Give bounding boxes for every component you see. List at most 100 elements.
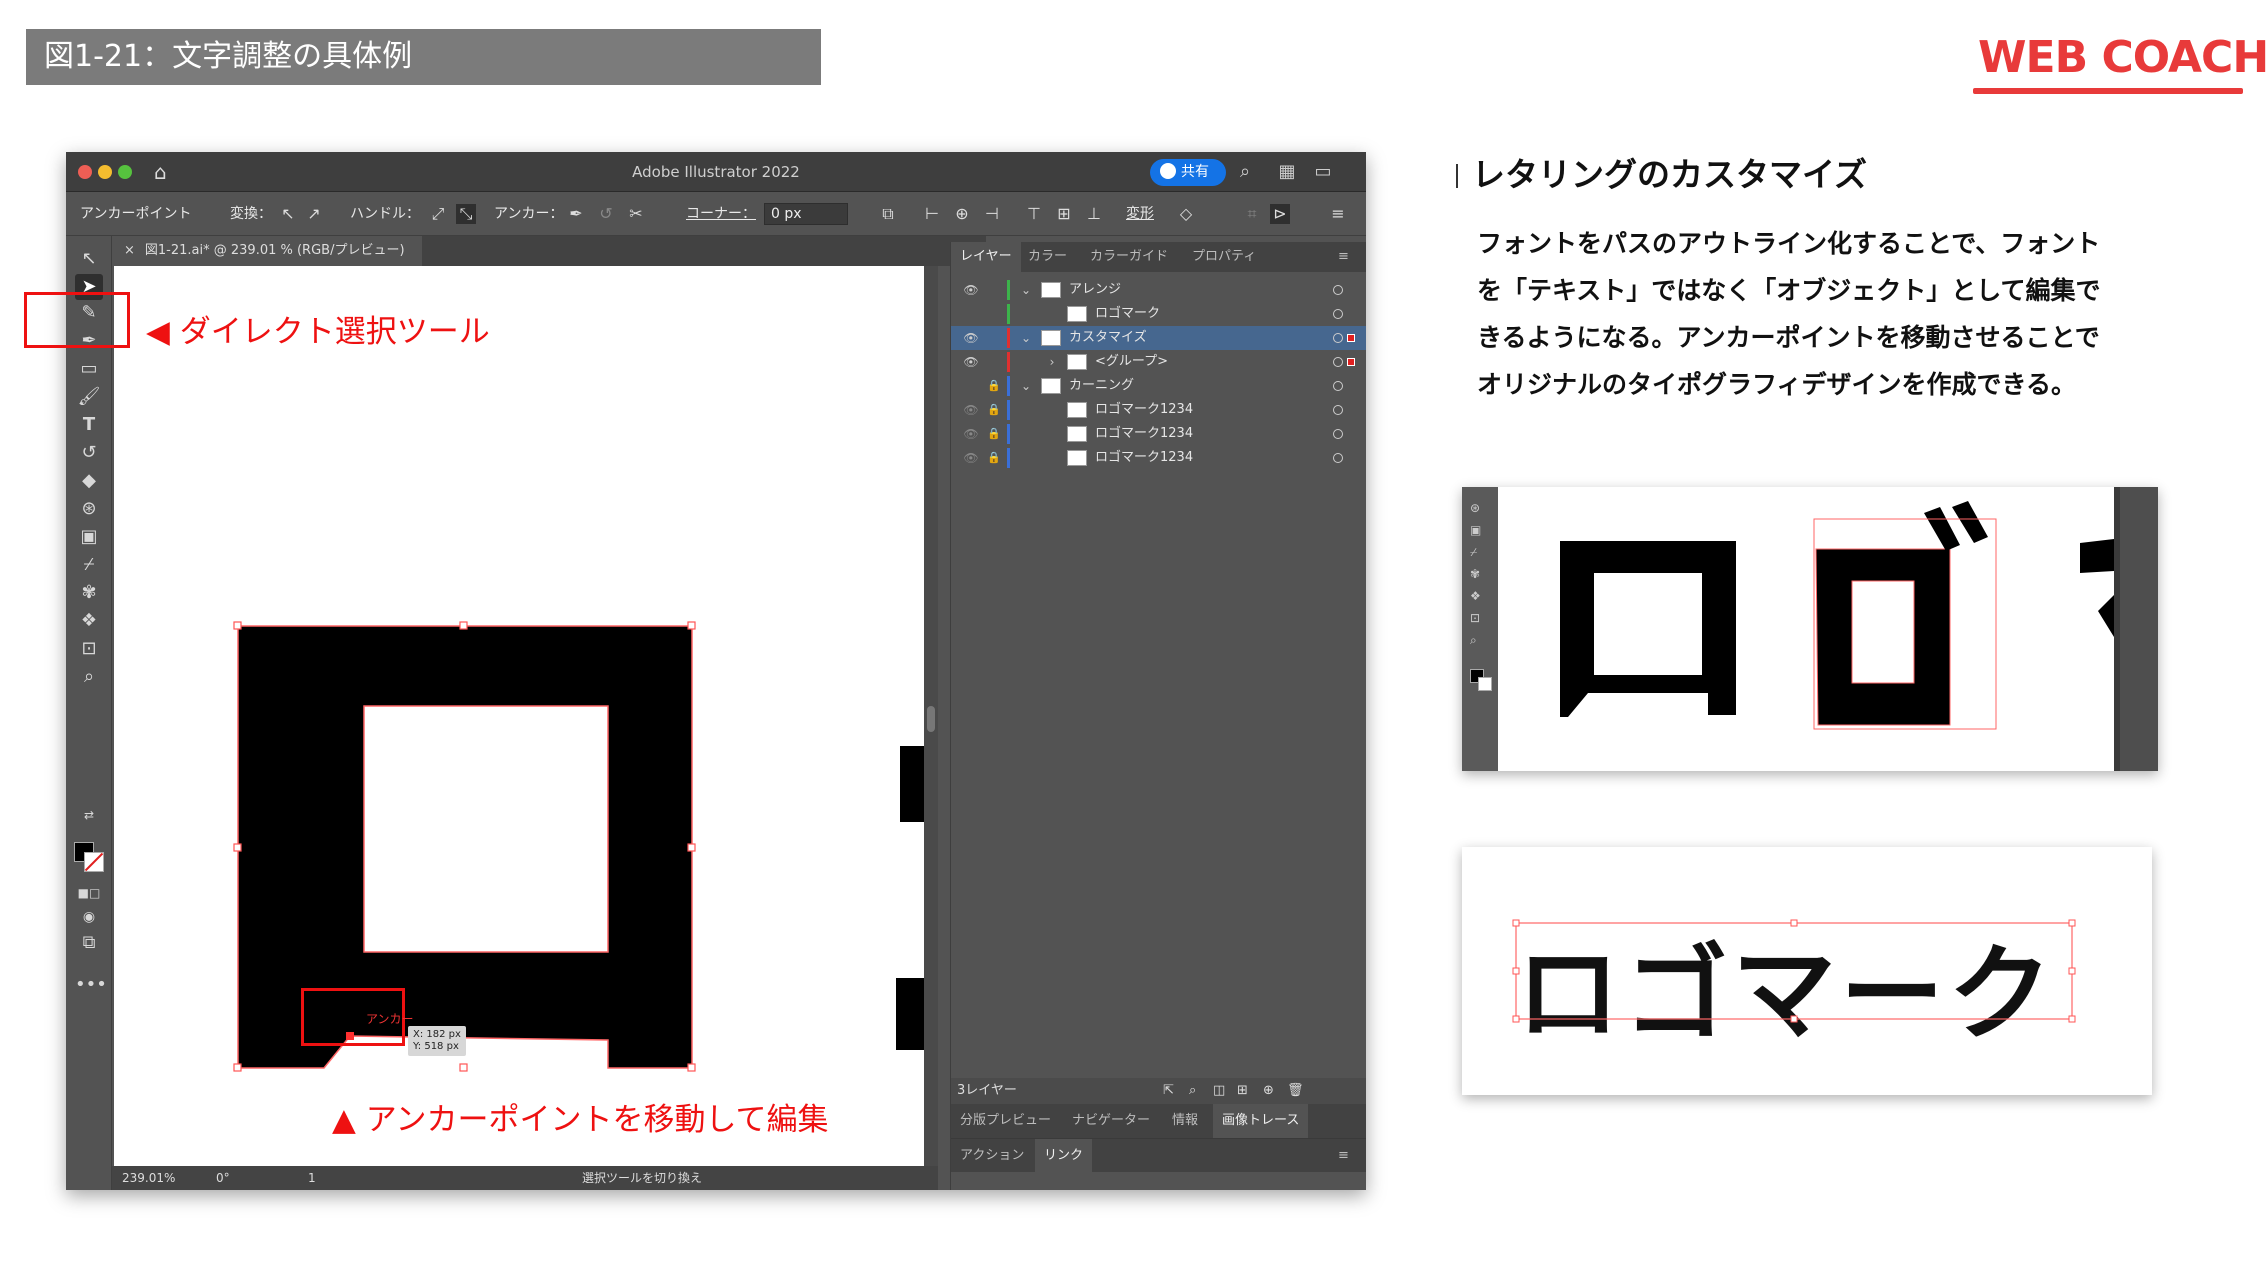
shape-icon[interactable]: ◇ bbox=[1176, 204, 1196, 224]
lock-icon[interactable]: 🔒 bbox=[987, 398, 1001, 422]
panel-menu-icon[interactable]: ≡ bbox=[1329, 242, 1358, 272]
layer-row[interactable]: 👁 › <グループ> bbox=[951, 350, 1366, 374]
edit-path-icon[interactable]: ⊳ bbox=[1270, 204, 1290, 224]
artboard-tool-icon[interactable]: ⊡ bbox=[75, 636, 103, 662]
menu-icon[interactable]: ≡ bbox=[1328, 204, 1348, 224]
lock-icon[interactable]: 🔒 bbox=[987, 422, 1001, 446]
anchor-point[interactable] bbox=[233, 1063, 242, 1072]
new-layer-icon[interactable]: ⊕ bbox=[1263, 1078, 1274, 1104]
transform-label[interactable]: 変形 bbox=[1126, 192, 1154, 236]
layer-row[interactable]: 👁 🔒 ロゴマーク1234 bbox=[951, 422, 1366, 446]
puppet-warp-tool-icon[interactable]: ✾ bbox=[75, 580, 103, 606]
symbol-sprayer-tool-icon[interactable]: ❖ bbox=[75, 608, 103, 634]
stroke-swatch[interactable] bbox=[84, 852, 104, 872]
tab-color-guide[interactable]: カラーガイド bbox=[1081, 242, 1177, 272]
corner-radius-input[interactable]: 0 px bbox=[764, 203, 848, 225]
chevron-down-icon[interactable]: ⌄ bbox=[1019, 326, 1033, 350]
target-icon[interactable] bbox=[1333, 285, 1343, 295]
screen-mode-icon[interactable]: ⧉ bbox=[75, 930, 103, 956]
connect-anchor-icon[interactable]: ↺ bbox=[596, 204, 616, 224]
eraser-tool-icon[interactable]: ◆ bbox=[75, 468, 103, 494]
align-center-icon[interactable]: ⊕ bbox=[952, 204, 972, 224]
tab-properties[interactable]: プロパティ bbox=[1183, 242, 1265, 272]
panel-menu-icon[interactable]: ≡ bbox=[1329, 1139, 1358, 1173]
anchor-point[interactable] bbox=[687, 843, 696, 852]
rectangle-tool-icon[interactable]: ▭ bbox=[75, 356, 103, 382]
tab-links[interactable]: リンク bbox=[1035, 1139, 1093, 1173]
vertical-scrollbar[interactable] bbox=[924, 266, 938, 1166]
target-icon[interactable] bbox=[1333, 333, 1343, 343]
layer-row[interactable]: 🔒 ⌄ カーニング bbox=[951, 374, 1366, 398]
align-middle-icon[interactable]: ⊞ bbox=[1054, 204, 1074, 224]
chevron-down-icon[interactable]: ⌄ bbox=[1019, 374, 1033, 398]
export-icon[interactable]: ⇱ bbox=[1163, 1078, 1174, 1104]
target-icon[interactable] bbox=[1333, 453, 1343, 463]
zoom-level[interactable]: 239.01% bbox=[122, 1166, 175, 1190]
selection-tool-icon[interactable]: ↖ bbox=[75, 246, 103, 272]
visibility-eye-icon[interactable]: 👁 bbox=[963, 422, 979, 446]
scroll-thumb[interactable] bbox=[927, 706, 935, 732]
rotation-view[interactable]: 0° bbox=[216, 1166, 230, 1190]
align-top-icon[interactable]: ⊤ bbox=[1024, 204, 1044, 224]
brush-tool-icon[interactable]: 🖌 bbox=[75, 384, 103, 410]
target-icon[interactable] bbox=[1333, 309, 1343, 319]
close-tab-icon[interactable]: × bbox=[124, 243, 135, 258]
visibility-eye-icon[interactable]: 👁 bbox=[963, 350, 979, 374]
align-left-icon[interactable]: ⊢ bbox=[922, 204, 942, 224]
shape-builder-tool-icon[interactable]: ⊛ bbox=[75, 496, 103, 522]
tab-navigator[interactable]: ナビゲーター bbox=[1063, 1104, 1159, 1138]
zoom-tool-icon[interactable]: ⌕ bbox=[75, 664, 103, 690]
target-icon[interactable] bbox=[1333, 429, 1343, 439]
draw-mode-icon[interactable]: ◉ bbox=[75, 904, 103, 930]
target-icon[interactable] bbox=[1333, 357, 1343, 367]
tab-image-trace[interactable]: 画像トレース bbox=[1213, 1104, 1309, 1138]
trash-icon[interactable]: 🗑 bbox=[1287, 1078, 1304, 1104]
anchor-point[interactable] bbox=[459, 621, 468, 630]
handle-show-icon[interactable]: ⤢ bbox=[428, 204, 448, 224]
align-right-icon[interactable]: ⊣ bbox=[982, 204, 1002, 224]
chevron-right-icon[interactable]: › bbox=[1045, 350, 1059, 374]
lock-icon[interactable]: 🔒 bbox=[987, 374, 1001, 398]
corner-label[interactable]: コーナー： bbox=[686, 192, 756, 236]
layer-row[interactable]: ロゴマーク bbox=[951, 302, 1366, 326]
rotate-tool-icon[interactable]: ↺ bbox=[75, 440, 103, 466]
search-icon[interactable]: ⌕ bbox=[1234, 161, 1256, 183]
lock-icon[interactable]: 🔒 bbox=[987, 446, 1001, 470]
anchor-point[interactable] bbox=[233, 621, 242, 630]
swap-colors-icon[interactable]: ⇄ bbox=[75, 802, 103, 828]
selection-indicator[interactable] bbox=[1347, 334, 1355, 342]
type-tool-icon[interactable]: T bbox=[75, 412, 103, 438]
layer-row[interactable]: 👁 ⌄ カスタマイズ bbox=[951, 326, 1366, 350]
tab-separations-preview[interactable]: 分版プレビュー bbox=[951, 1104, 1060, 1138]
target-icon[interactable] bbox=[1333, 405, 1343, 415]
clipping-mask-icon[interactable]: ◫ bbox=[1213, 1078, 1225, 1104]
layer-row[interactable]: 👁 ⌄ アレンジ bbox=[951, 278, 1366, 302]
anchor-point[interactable] bbox=[687, 621, 696, 630]
align-bottom-icon[interactable]: ⊥ bbox=[1084, 204, 1104, 224]
convert-corner-icon[interactable]: ↖ bbox=[278, 204, 298, 224]
tab-color[interactable]: カラー bbox=[1019, 242, 1076, 272]
color-mode-icon[interactable]: ■□ bbox=[75, 880, 103, 906]
layer-row[interactable]: 👁 🔒 ロゴマーク1234 bbox=[951, 398, 1366, 422]
remove-anchor-icon[interactable]: ✒ bbox=[566, 204, 586, 224]
anchor-point[interactable] bbox=[459, 1063, 468, 1072]
new-sublayer-icon[interactable]: ⊞ bbox=[1237, 1078, 1248, 1104]
document-tab[interactable]: × 図1-21.ai* @ 239.01 % (RGB/プレビュー) bbox=[112, 236, 422, 266]
locate-object-icon[interactable]: ⌕ bbox=[1189, 1078, 1196, 1104]
artboard-number[interactable]: 1 bbox=[308, 1166, 316, 1190]
tab-info[interactable]: 情報 bbox=[1163, 1104, 1207, 1138]
panel-toggle-icon[interactable]: ▭ bbox=[1312, 161, 1334, 183]
cut-path-icon[interactable]: ✂ bbox=[626, 204, 646, 224]
layer-row[interactable]: 👁 🔒 ロゴマーク1234 bbox=[951, 446, 1366, 470]
target-icon[interactable] bbox=[1333, 381, 1343, 391]
gradient-tool-icon[interactable]: ▣ bbox=[75, 524, 103, 550]
more-tools-icon[interactable]: ••• bbox=[75, 972, 107, 998]
chevron-down-icon[interactable]: ⌄ bbox=[1019, 278, 1033, 302]
share-button[interactable]: 共有 bbox=[1150, 159, 1226, 186]
workspace-icon[interactable]: ▦ bbox=[1276, 161, 1298, 183]
visibility-eye-icon[interactable]: 👁 bbox=[963, 446, 979, 470]
isolate-icon[interactable]: ⧉ bbox=[878, 204, 898, 224]
grid-icon[interactable]: ⌗ bbox=[1242, 204, 1262, 224]
tab-layers[interactable]: レイヤー bbox=[951, 242, 1021, 272]
anchor-point[interactable] bbox=[233, 843, 242, 852]
